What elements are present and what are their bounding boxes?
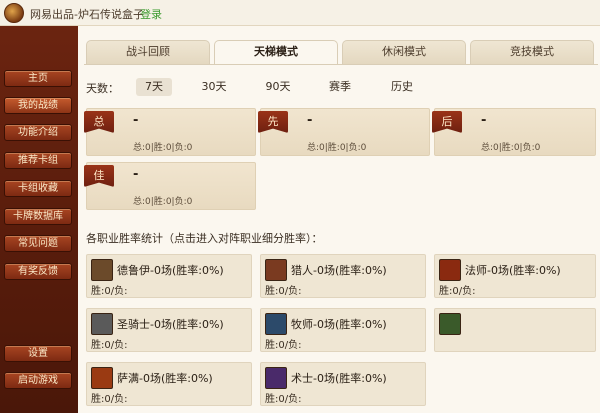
class-name: 猎人-0场(胜率:0%) (291, 264, 387, 277)
class-record: 胜:0/负: (265, 340, 302, 351)
class-record: 胜:0/负: (91, 394, 128, 405)
sidebar-item-settings[interactable]: 设置 (4, 345, 72, 362)
stat-value: - (307, 113, 313, 128)
class-card-priest[interactable]: 牧师-0场(胜率:0%) 胜:0/负: (260, 308, 426, 352)
stat-detail: 总:0|胜:0|负:0 (481, 143, 541, 153)
days-label: 天数： (86, 82, 119, 95)
stat-badge: 先 (258, 111, 288, 133)
shaman-icon (91, 367, 113, 389)
class-record: 胜:0/负: (265, 394, 302, 405)
stat-card-total: 总 - 总:0|胜:0|负:0 (84, 108, 256, 156)
mage-icon (439, 259, 461, 281)
tab-casual[interactable]: 休闲模式 (342, 40, 466, 64)
title-bar: 网易出品-炉石传说盒子 登录 (0, 0, 600, 26)
days-option-90[interactable]: 90天 (260, 78, 296, 96)
warlock-icon (265, 367, 287, 389)
days-option-7[interactable]: 7天 (136, 78, 172, 96)
stat-value: - (133, 113, 139, 128)
sidebar-item-feedback[interactable]: 有奖反馈 (4, 263, 72, 280)
class-card-druid[interactable]: 德鲁伊-0场(胜率:0%) 胜:0/负: (86, 254, 252, 298)
tabs-divider (84, 64, 598, 65)
class-card-mage[interactable]: 法师-0场(胜率:0%) 胜:0/负: (434, 254, 596, 298)
druid-icon (91, 259, 113, 281)
class-card-paladin[interactable]: 圣骑士-0场(胜率:0%) 胜:0/负: (86, 308, 252, 352)
days-option-season[interactable]: 赛季 (322, 78, 358, 96)
class-name: 萨满-0场(胜率:0%) (117, 372, 213, 385)
class-name: 牧师-0场(胜率:0%) (291, 318, 387, 331)
hunter-icon (265, 259, 287, 281)
class-record: 胜:0/负: (91, 340, 128, 351)
class-card-rogue[interactable] (434, 308, 596, 352)
sidebar: 主页 我的战绩 功能介绍 推荐卡组 卡组收藏 卡牌数据库 常见问题 有奖反馈 设… (0, 26, 78, 413)
class-card-shaman[interactable]: 萨满-0场(胜率:0%) 胜:0/负: (86, 362, 252, 406)
tab-ladder[interactable]: 天梯模式 (214, 40, 338, 65)
class-record: 胜:0/负: (439, 286, 476, 297)
class-name: 圣骑士-0场(胜率:0%) (117, 318, 224, 331)
stat-card-second: 后 - 总:0|胜:0|负:0 (432, 108, 596, 156)
class-name: 术士-0场(胜率:0%) (291, 372, 387, 385)
sidebar-item-features[interactable]: 功能介绍 (4, 124, 72, 141)
sidebar-item-deck-favorites[interactable]: 卡组收藏 (4, 180, 72, 197)
class-card-warlock[interactable]: 术士-0场(胜率:0%) 胜:0/负: (260, 362, 426, 406)
days-option-history[interactable]: 历史 (384, 78, 420, 96)
rogue-icon (439, 313, 461, 335)
main-panel: 战斗回顾 天梯模式 休闲模式 竞技模式 天数： 7天 30天 90天 赛季 历史… (78, 26, 600, 413)
class-record: 胜:0/负: (91, 286, 128, 297)
days-option-30[interactable]: 30天 (196, 78, 232, 96)
sidebar-item-card-database[interactable]: 卡牌数据库 (4, 208, 72, 225)
class-record: 胜:0/负: (265, 286, 302, 297)
stat-badge: 后 (432, 111, 462, 133)
class-name: 德鲁伊-0场(胜率:0%) (117, 264, 224, 277)
app-title: 网易出品-炉石传说盒子 (30, 8, 144, 21)
stat-card-first: 先 - 总:0|胜:0|负:0 (258, 108, 430, 156)
class-card-hunter[interactable]: 猎人-0场(胜率:0%) 胜:0/负: (260, 254, 426, 298)
sidebar-item-recommended-decks[interactable]: 推荐卡组 (4, 152, 72, 169)
class-name: 法师-0场(胜率:0%) (465, 264, 561, 277)
tab-arena[interactable]: 竞技模式 (470, 40, 594, 64)
stat-detail: 总:0|胜:0|负:0 (307, 143, 367, 153)
stat-card-best: 佳 - 总:0|胜:0|负:0 (84, 162, 256, 210)
stat-badge: 总 (84, 111, 114, 133)
login-link[interactable]: 登录 (140, 6, 162, 22)
stat-value: - (481, 113, 487, 128)
tab-battle-review[interactable]: 战斗回顾 (86, 40, 210, 64)
sidebar-item-faq[interactable]: 常见问题 (4, 235, 72, 252)
paladin-icon (91, 313, 113, 335)
stat-detail: 总:0|胜:0|负:0 (133, 143, 193, 153)
app-logo-icon (4, 3, 24, 23)
stat-badge: 佳 (84, 165, 114, 187)
launch-game-button[interactable]: 启动游戏 (4, 372, 72, 389)
sidebar-item-home[interactable]: 主页 (4, 70, 72, 87)
stat-detail: 总:0|胜:0|负:0 (133, 197, 193, 207)
stat-value: - (133, 167, 139, 182)
priest-icon (265, 313, 287, 335)
sidebar-item-my-record[interactable]: 我的战绩 (4, 97, 72, 114)
class-stats-title: 各职业胜率统计（点击进入对阵职业细分胜率）： (86, 232, 323, 245)
